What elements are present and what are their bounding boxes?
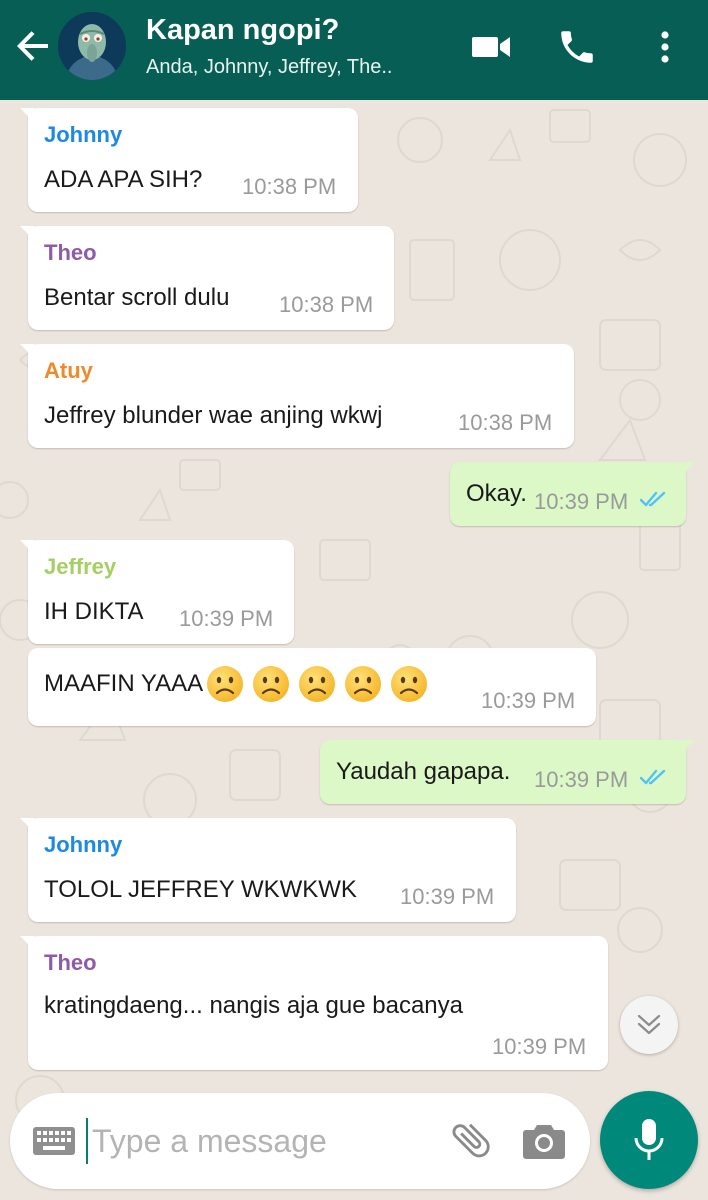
message-text: IH DIKTA — [44, 598, 144, 625]
more-vert-icon[interactable] — [644, 26, 686, 68]
chevron-double-down-icon — [637, 1014, 661, 1035]
message-sender: Theo — [44, 950, 97, 975]
slightly-frowning-face-emoji — [251, 664, 291, 704]
slightly-frowning-face-emoji — [205, 664, 245, 704]
group-avatar[interactable] — [58, 12, 126, 80]
attach-icon[interactable] — [448, 1117, 494, 1163]
message-sender: Jeffrey — [44, 554, 117, 579]
message-text: kratingdaeng... nangis aja gue bacanya — [44, 992, 463, 1019]
message-bubble-incoming[interactable]: Johnny ADA APA SIH? 10:38 PM — [20, 108, 358, 212]
slightly-frowning-face-emoji — [343, 664, 383, 704]
message-input[interactable]: Type a message — [92, 1123, 327, 1160]
read-receipt-icon — [640, 769, 666, 785]
chat-header: Kapan ngopi? Anda, Johnny, Jeffrey, The.… — [0, 0, 708, 100]
message-sender: Johnny — [44, 122, 123, 147]
scroll-to-bottom-button[interactable] — [620, 996, 678, 1054]
read-receipt-icon — [640, 491, 666, 507]
chat-title[interactable]: Kapan ngopi? — [146, 14, 339, 47]
message-time: 10:39 PM — [481, 688, 576, 713]
video-call-icon[interactable] — [470, 26, 512, 68]
mic-button[interactable] — [600, 1091, 698, 1189]
message-text: Yaudah gapapa. — [336, 758, 511, 785]
message-time: 10:39 PM — [179, 606, 274, 631]
slightly-frowning-face-emoji — [297, 664, 337, 704]
message-time: 10:39 PM — [492, 1034, 587, 1059]
message-text: ADA APA SIH? — [44, 166, 203, 193]
chat-participants[interactable]: Anda, Johnny, Jeffrey, The.. — [146, 56, 392, 79]
message-sender: Atuy — [44, 358, 93, 383]
message-bubble-outgoing[interactable]: Yaudah gapapa. 10:39 PM — [320, 740, 695, 804]
phone-icon[interactable] — [556, 26, 598, 68]
mic-icon — [634, 1119, 664, 1160]
message-text: Jeffrey blunder wae anjing wkwj — [44, 402, 383, 429]
message-composer[interactable]: Type a message — [10, 1093, 590, 1189]
message-bubble-incoming[interactable]: Atuy Jeffrey blunder wae anjing wkwj 10:… — [20, 344, 574, 448]
message-bubble-incoming[interactable]: MAAFIN YAAA 10:39 PM — [28, 648, 596, 726]
message-time: 10:39 PM — [400, 884, 495, 909]
keyboard-icon[interactable] — [32, 1125, 76, 1157]
message-list[interactable]: Johnny ADA APA SIH? 10:38 PM Theo Bentar… — [0, 100, 708, 1200]
message-content: MAAFIN YAAA — [44, 664, 435, 704]
message-bubble-outgoing[interactable]: Okay. 10:39 PM — [450, 462, 695, 526]
message-sender: Theo — [44, 240, 97, 265]
slightly-frowning-face-emoji — [389, 664, 429, 704]
message-bubble-incoming[interactable]: Jeffrey IH DIKTA 10:39 PM — [20, 540, 294, 644]
message-time: 10:38 PM — [458, 410, 553, 435]
text-cursor — [86, 1118, 88, 1164]
message-time: 10:38 PM — [279, 292, 374, 317]
message-text: MAAFIN YAAA — [44, 670, 204, 697]
emoji-row — [205, 664, 435, 704]
message-text: Okay. — [466, 480, 527, 507]
message-time: 10:39 PM — [534, 767, 629, 792]
camera-icon[interactable] — [522, 1121, 566, 1161]
message-time: 10:39 PM — [534, 489, 629, 514]
message-time: 10:38 PM — [242, 174, 337, 199]
message-text: TOLOL JEFFREY WKWKWK — [44, 876, 357, 903]
message-bubble-incoming[interactable]: Johnny TOLOL JEFFREY WKWKWK 10:39 PM — [20, 818, 516, 922]
back-arrow-icon[interactable] — [14, 26, 54, 66]
message-bubble-incoming[interactable]: Theo kratingdaeng... nangis aja gue baca… — [20, 936, 608, 1070]
message-sender: Johnny — [44, 832, 123, 857]
message-text: Bentar scroll dulu — [44, 284, 230, 311]
message-bubble-incoming[interactable]: Theo Bentar scroll dulu 10:38 PM — [20, 226, 394, 330]
